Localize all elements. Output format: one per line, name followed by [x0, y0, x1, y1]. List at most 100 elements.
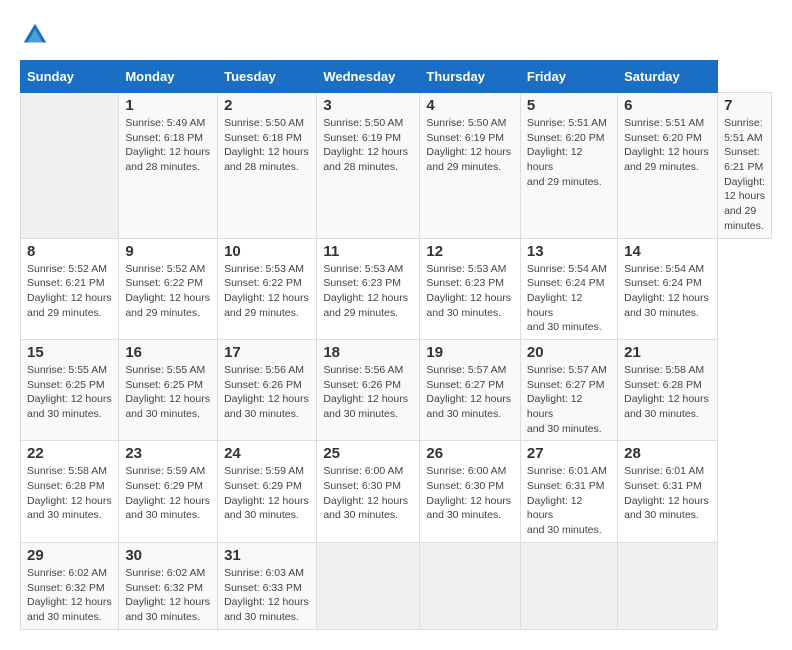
- day-number: 28: [624, 445, 711, 462]
- calendar-cell: 13Sunrise: 5:54 AMSunset: 6:24 PMDayligh…: [520, 238, 617, 339]
- calendar-cell: 10Sunrise: 5:53 AMSunset: 6:22 PMDayligh…: [218, 238, 317, 339]
- day-number: 8: [27, 243, 112, 260]
- day-info: Sunrise: 5:56 AMSunset: 6:26 PMDaylight:…: [323, 363, 413, 422]
- day-info: Sunrise: 5:51 AMSunset: 6:21 PMDaylight:…: [724, 116, 765, 234]
- day-number: 27: [527, 445, 611, 462]
- day-number: 24: [224, 445, 310, 462]
- day-info: Sunrise: 5:49 AMSunset: 6:18 PMDaylight:…: [125, 116, 211, 175]
- calendar-cell: 28Sunrise: 6:01 AMSunset: 6:31 PMDayligh…: [618, 441, 718, 542]
- day-number: 12: [426, 243, 514, 260]
- day-number: 15: [27, 344, 112, 361]
- day-info: Sunrise: 5:52 AMSunset: 6:21 PMDaylight:…: [27, 262, 112, 321]
- day-info: Sunrise: 5:55 AMSunset: 6:25 PMDaylight:…: [125, 363, 211, 422]
- calendar-cell: [420, 542, 521, 629]
- day-info: Sunrise: 6:01 AMSunset: 6:31 PMDaylight:…: [527, 464, 611, 537]
- calendar-cell: 30 Sunrise: 6:02 AMSunset: 6:32 PMDayligh…: [119, 542, 218, 629]
- calendar-cell: 16 Sunrise: 5:55 AMSunset: 6:25 PMDayligh…: [119, 339, 218, 440]
- day-info: Sunrise: 6:02 AMSunset: 6:32 PMDaylight:…: [125, 566, 211, 625]
- day-number: 4: [426, 97, 514, 114]
- week-row-2: 15 Sunrise: 5:55 AMSunset: 6:25 PMDayligh…: [21, 339, 772, 440]
- calendar-table: SundayMondayTuesdayWednesdayThursdayFrid…: [20, 60, 772, 630]
- calendar-cell: 9Sunrise: 5:52 AMSunset: 6:22 PMDaylight…: [119, 238, 218, 339]
- calendar-cell: 21 Sunrise: 5:58 AMSunset: 6:28 PMDayligh…: [618, 339, 718, 440]
- calendar-cell: 2 Sunrise: 5:50 AMSunset: 6:18 PMDaylight…: [218, 93, 317, 239]
- calendar-cell: [520, 542, 617, 629]
- calendar-cell: 6 Sunrise: 5:51 AMSunset: 6:20 PMDaylight…: [618, 93, 718, 239]
- calendar-cell: 8 Sunrise: 5:52 AMSunset: 6:21 PMDaylight…: [21, 238, 119, 339]
- day-info: Sunrise: 6:03 AMSunset: 6:33 PMDaylight:…: [224, 566, 310, 625]
- calendar-cell: 22 Sunrise: 5:58 AMSunset: 6:28 PMDayligh…: [21, 441, 119, 542]
- day-info: Sunrise: 5:50 AMSunset: 6:19 PMDaylight:…: [323, 116, 413, 175]
- calendar-cell: 12 Sunrise: 5:53 AMSunset: 6:23 PMDayligh…: [420, 238, 521, 339]
- header-monday: Monday: [119, 61, 218, 93]
- day-number: 3: [323, 97, 413, 114]
- header-row: SundayMondayTuesdayWednesdayThursdayFrid…: [21, 61, 772, 93]
- day-info: Sunrise: 5:58 AMSunset: 6:28 PMDaylight:…: [27, 464, 112, 523]
- day-info: Sunrise: 5:51 AMSunset: 6:20 PMDaylight:…: [624, 116, 711, 175]
- calendar-cell: 29 Sunrise: 6:02 AMSunset: 6:32 PMDayligh…: [21, 542, 119, 629]
- day-number: 30: [125, 547, 211, 564]
- day-info: Sunrise: 5:59 AMSunset: 6:29 PMDaylight:…: [224, 464, 310, 523]
- day-number: 23: [125, 445, 211, 462]
- calendar-cell: [317, 542, 420, 629]
- day-number: 2: [224, 97, 310, 114]
- day-info: Sunrise: 6:00 AMSunset: 6:30 PMDaylight:…: [426, 464, 514, 523]
- calendar-cell: 20 Sunrise: 5:57 AMSunset: 6:27 PMDayligh…: [520, 339, 617, 440]
- day-number: 31: [224, 547, 310, 564]
- day-number: 6: [624, 97, 711, 114]
- day-info: Sunrise: 5:55 AMSunset: 6:25 PMDaylight:…: [27, 363, 112, 422]
- calendar-cell: 15 Sunrise: 5:55 AMSunset: 6:25 PMDayligh…: [21, 339, 119, 440]
- week-row-1: 8 Sunrise: 5:52 AMSunset: 6:21 PMDaylight…: [21, 238, 772, 339]
- header-tuesday: Tuesday: [218, 61, 317, 93]
- day-number: 17: [224, 344, 310, 361]
- day-number: 11: [323, 243, 413, 260]
- header-wednesday: Wednesday: [317, 61, 420, 93]
- day-info: Sunrise: 5:53 AMSunset: 6:23 PMDaylight:…: [426, 262, 514, 321]
- day-number: 1: [125, 97, 211, 114]
- calendar-cell: 23Sunrise: 5:59 AMSunset: 6:29 PMDayligh…: [119, 441, 218, 542]
- calendar-cell: [21, 93, 119, 239]
- day-number: 29: [27, 547, 112, 564]
- calendar-cell: 25 Sunrise: 6:00 AMSunset: 6:30 PMDayligh…: [317, 441, 420, 542]
- header-saturday: Saturday: [618, 61, 718, 93]
- day-info: Sunrise: 5:58 AMSunset: 6:28 PMDaylight:…: [624, 363, 711, 422]
- day-number: 20: [527, 344, 611, 361]
- week-row-4: 29 Sunrise: 6:02 AMSunset: 6:32 PMDayligh…: [21, 542, 772, 629]
- day-info: Sunrise: 5:57 AMSunset: 6:27 PMDaylight:…: [527, 363, 611, 436]
- calendar-cell: 5Sunrise: 5:51 AMSunset: 6:20 PMDaylight…: [520, 93, 617, 239]
- week-row-0: 1 Sunrise: 5:49 AMSunset: 6:18 PMDaylight…: [21, 93, 772, 239]
- calendar-cell: 24 Sunrise: 5:59 AMSunset: 6:29 PMDayligh…: [218, 441, 317, 542]
- calendar-cell: 7 Sunrise: 5:51 AMSunset: 6:21 PMDaylight…: [718, 93, 772, 239]
- day-number: 25: [323, 445, 413, 462]
- day-number: 18: [323, 344, 413, 361]
- calendar-cell: 18 Sunrise: 5:56 AMSunset: 6:26 PMDayligh…: [317, 339, 420, 440]
- day-info: Sunrise: 5:51 AMSunset: 6:20 PMDaylight:…: [527, 116, 611, 189]
- day-info: Sunrise: 5:50 AMSunset: 6:18 PMDaylight:…: [224, 116, 310, 175]
- calendar-cell: 11 Sunrise: 5:53 AMSunset: 6:23 PMDayligh…: [317, 238, 420, 339]
- calendar-cell: 3 Sunrise: 5:50 AMSunset: 6:19 PMDaylight…: [317, 93, 420, 239]
- calendar-cell: 1 Sunrise: 5:49 AMSunset: 6:18 PMDaylight…: [119, 93, 218, 239]
- calendar-cell: [618, 542, 718, 629]
- header: [20, 20, 772, 50]
- calendar-cell: 27 Sunrise: 6:01 AMSunset: 6:31 PMDayligh…: [520, 441, 617, 542]
- day-info: Sunrise: 6:02 AMSunset: 6:32 PMDaylight:…: [27, 566, 112, 625]
- day-info: Sunrise: 5:54 AMSunset: 6:24 PMDaylight:…: [624, 262, 711, 321]
- calendar-cell: 4Sunrise: 5:50 AMSunset: 6:19 PMDaylight…: [420, 93, 521, 239]
- calendar-cell: 17Sunrise: 5:56 AMSunset: 6:26 PMDayligh…: [218, 339, 317, 440]
- day-info: Sunrise: 5:53 AMSunset: 6:22 PMDaylight:…: [224, 262, 310, 321]
- day-info: Sunrise: 5:53 AMSunset: 6:23 PMDaylight:…: [323, 262, 413, 321]
- logo-icon: [20, 20, 50, 50]
- day-info: Sunrise: 5:57 AMSunset: 6:27 PMDaylight:…: [426, 363, 514, 422]
- calendar-cell: 14 Sunrise: 5:54 AMSunset: 6:24 PMDayligh…: [618, 238, 718, 339]
- logo: [20, 20, 54, 50]
- day-number: 7: [724, 97, 765, 114]
- week-row-3: 22 Sunrise: 5:58 AMSunset: 6:28 PMDayligh…: [21, 441, 772, 542]
- day-number: 16: [125, 344, 211, 361]
- day-number: 14: [624, 243, 711, 260]
- day-info: Sunrise: 6:00 AMSunset: 6:30 PMDaylight:…: [323, 464, 413, 523]
- header-friday: Friday: [520, 61, 617, 93]
- day-number: 22: [27, 445, 112, 462]
- day-info: Sunrise: 5:54 AMSunset: 6:24 PMDaylight:…: [527, 262, 611, 335]
- header-sunday: Sunday: [21, 61, 119, 93]
- day-number: 21: [624, 344, 711, 361]
